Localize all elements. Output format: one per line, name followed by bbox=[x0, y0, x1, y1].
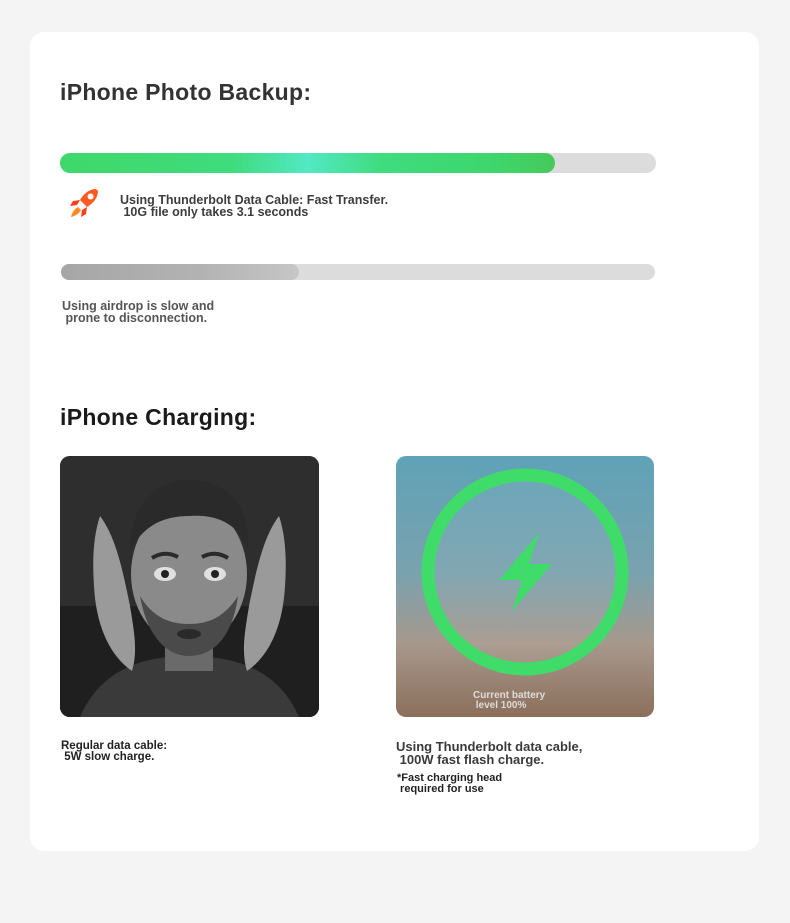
regular-cable-caption: Regular data cable: 5W slow charge. bbox=[61, 740, 168, 763]
lightning-charge-icon bbox=[421, 468, 629, 676]
thunderbolt-cable-caption: Using Thunderbolt data cable, 100W fast … bbox=[396, 739, 583, 767]
airdrop-text: Using airdrop is slow and prone to disco… bbox=[62, 299, 215, 325]
fast-charging-note: *Fast charging head required for use bbox=[397, 772, 503, 795]
fast-transfer-progress-bar bbox=[60, 153, 656, 173]
fast-transfer-progress-fill bbox=[60, 153, 555, 173]
rocket-icon bbox=[70, 189, 98, 217]
fast-charge-image: Current battery level 100% bbox=[396, 456, 654, 717]
airdrop-progress-fill bbox=[61, 264, 299, 280]
fast-transfer-text: Using Thunderbolt Data Cable: Fast Trans… bbox=[120, 193, 389, 219]
stressed-man-photo bbox=[60, 456, 319, 717]
airdrop-progress-bar bbox=[61, 264, 655, 280]
battery-level-label: Current battery level 100% bbox=[473, 690, 546, 711]
backup-title: iPhone Photo Backup: bbox=[60, 79, 312, 105]
charging-title: iPhone Charging: bbox=[60, 404, 257, 430]
